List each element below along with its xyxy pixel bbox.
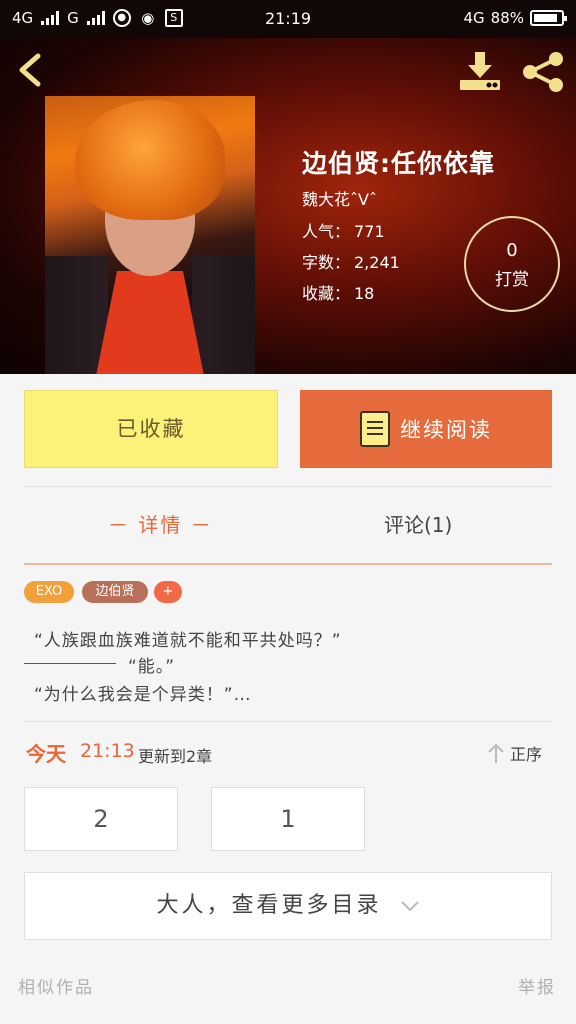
share-icon [523,52,563,92]
more-catalog-button[interactable]: 大人，查看更多目录 [24,872,552,940]
download-button[interactable] [456,50,504,92]
tab-underline [24,563,552,565]
arrow-up-icon [488,743,504,763]
book-title: 边伯贤:任你依靠 [302,149,495,178]
stat-value: 2,241 [354,253,400,272]
back-button[interactable] [14,52,48,88]
update-time: 21:13 [80,740,135,762]
continue-reading-button[interactable]: 继续阅读 [300,390,552,468]
more-catalog-label: 大人，查看更多目录 [156,893,382,918]
tip-count: 0 [506,240,518,261]
continue-reading-label: 继续阅读 [400,418,492,442]
tag-baekhyun[interactable]: 边伯贤 [82,581,148,603]
description-line[interactable]: “为什么我会是个异类！”… [34,680,252,705]
similar-works-link[interactable]: 相似作品 [18,973,94,998]
stat-favorites: 收藏： 18 [302,280,374,304]
tip-label: 打赏 [495,270,529,290]
sort-order-label: 正序 [510,745,543,764]
download-icon [460,52,500,90]
battery-percent: 88% [490,9,524,27]
update-day: 今天 [26,742,66,766]
stat-value: 18 [354,284,375,303]
stat-label: 收藏： [302,284,351,303]
battery-fill [534,14,557,22]
stat-value: 771 [354,222,385,241]
collected-button[interactable]: 已收藏 [24,390,278,468]
stat-label: 人气： [302,222,351,241]
divider [24,486,552,487]
tab-comments[interactable]: 评论(1) [384,505,452,545]
stat-word-count: 字数： 2,241 [302,249,400,273]
description-rule [24,663,116,664]
stat-popularity: 人气： 771 [302,218,385,242]
stat-label: 字数： [302,253,351,272]
status-bar: 4G G ● ◉ S 21:19 4G 88% [0,0,576,38]
update-text: 更新到2章 [138,747,213,766]
share-button[interactable] [520,50,566,94]
tip-button[interactable]: 0 打赏 [464,216,560,312]
description-line: “人族跟血族难道就不能和平共处吗？” [34,631,342,651]
chevron-down-icon [400,901,419,912]
report-link[interactable]: 举报 [518,973,556,998]
status-bar-right: 4G 88% [463,9,567,27]
back-arrow-icon [19,53,41,87]
divider [24,721,552,722]
chapter-button[interactable]: 2 [24,787,178,851]
book-cover-image[interactable] [45,96,255,374]
book-author[interactable]: 魏大花ˆVˆ [302,186,377,210]
tab-details[interactable]: － 详情 － [108,505,213,545]
battery-icon [530,10,567,26]
description-line: “能。” [128,657,176,677]
tag-exo[interactable]: EXO [24,581,74,603]
chapter-button[interactable]: 1 [211,787,365,851]
cover-hair [75,100,225,220]
sort-order-button[interactable]: 正序 [486,740,542,766]
network-type-3: 4G [463,9,485,27]
book-icon [360,411,390,447]
add-tag-button[interactable]: + [154,581,182,603]
book-header: 边伯贤:任你依靠 魏大花ˆVˆ 人气： 771 字数： 2,241 收藏： 18 0 … [0,38,576,374]
